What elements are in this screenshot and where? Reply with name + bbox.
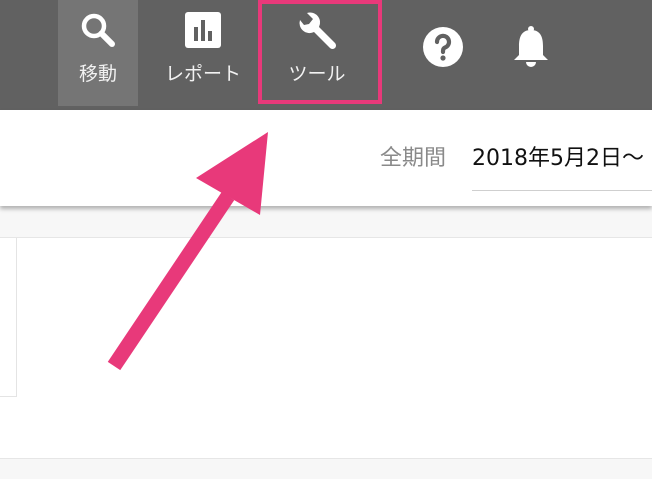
- bell-icon[interactable]: [511, 24, 551, 72]
- date-range-underline: [472, 190, 652, 191]
- date-range-selector[interactable]: 2018年5月2日〜: [472, 140, 644, 172]
- search-icon: [78, 10, 118, 54]
- card-inner-panel: [0, 238, 17, 397]
- nav-item-report[interactable]: レポート: [160, 0, 246, 106]
- help-icon[interactable]: [422, 26, 464, 72]
- date-range-panel: 全期間 2018年5月2日〜: [0, 110, 652, 206]
- tools-highlight-box: [258, 0, 382, 104]
- top-navigation-bar: 移動 レポート ツール: [0, 0, 652, 110]
- nav-item-label: レポート: [164, 63, 241, 85]
- content-card: [0, 237, 652, 459]
- date-range-label: 全期間: [380, 146, 447, 171]
- bar-chart-icon: [183, 10, 223, 54]
- nav-item-move[interactable]: 移動: [58, 0, 138, 106]
- nav-item-label: 移動: [78, 63, 117, 85]
